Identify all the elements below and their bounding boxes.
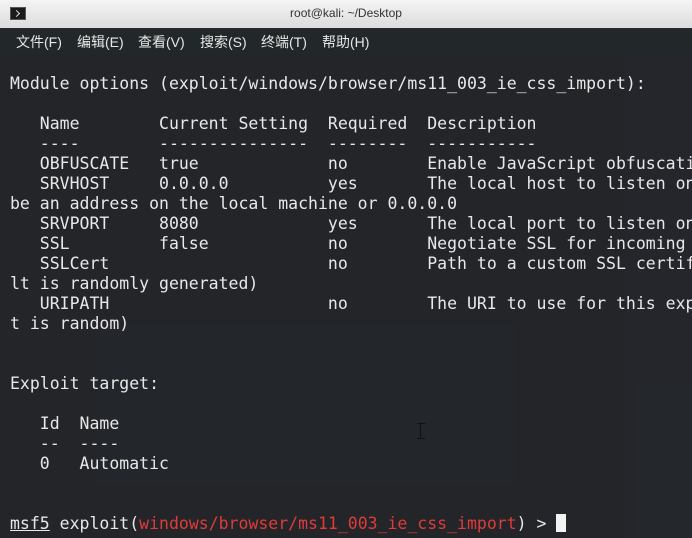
- menu-bar: 文件(F) 编辑(E) 查看(V) 搜索(S) 终端(T) 帮助(H): [0, 28, 692, 54]
- menu-edit[interactable]: 编辑(E): [77, 32, 124, 52]
- output-line: Name Current Setting Required Descriptio…: [10, 114, 537, 133]
- output-line: t is random): [10, 314, 130, 333]
- terminal-window: root@kali: ~/Desktop 文件(F) 编辑(E) 查看(V) 搜…: [0, 0, 692, 538]
- menu-file[interactable]: 文件(F): [16, 32, 62, 52]
- output-line: SSLCert no Path to a custom SSL certif: [10, 254, 692, 273]
- output-line: 0 Automatic: [10, 454, 169, 473]
- output-line: Module options (exploit/windows/browser/…: [10, 74, 646, 93]
- output-line: OBFUSCATE true no Enable JavaScript obfu…: [10, 154, 692, 173]
- menu-search[interactable]: 搜索(S): [200, 32, 247, 52]
- menu-help[interactable]: 帮助(H): [322, 32, 369, 52]
- menu-view[interactable]: 查看(V): [138, 32, 185, 52]
- prompt-command: exploit(: [49, 514, 140, 533]
- prompt-tool: msf5: [10, 514, 50, 533]
- terminal-output[interactable]: Module options (exploit/windows/browser/…: [0, 54, 692, 538]
- prompt-module: windows/browser/ms11_003_ie_css_import: [139, 514, 517, 533]
- title-bar[interactable]: root@kali: ~/Desktop: [0, 0, 692, 29]
- output-line: -- ----: [10, 434, 120, 453]
- output-line: SSL false no Negotiate SSL for incoming …: [10, 234, 692, 253]
- output-line: Exploit target:: [10, 374, 160, 393]
- window-title: root@kali: ~/Desktop: [290, 6, 402, 20]
- ibeam-cursor-icon: [417, 423, 429, 439]
- output-line: SRVHOST 0.0.0.0 yes The local host to li…: [10, 174, 692, 193]
- output-line: SRVPORT 8080 yes The local port to liste…: [10, 214, 692, 233]
- output-line: Id Name: [10, 414, 120, 433]
- text-cursor: [556, 514, 567, 532]
- menu-terminal[interactable]: 终端(T): [261, 32, 307, 52]
- output-line: lt is randomly generated): [10, 274, 259, 293]
- prompt-suffix: ) >: [516, 514, 557, 533]
- output-line: URIPATH no The URI to use for this exp: [10, 294, 692, 313]
- output-line: ---- --------------- -------- ----------…: [10, 134, 537, 153]
- output-line: be an address on the local machine or 0.…: [10, 194, 458, 213]
- command-prompt[interactable]: msf5 exploit(windows/browser/ms11_003_ie…: [10, 514, 567, 534]
